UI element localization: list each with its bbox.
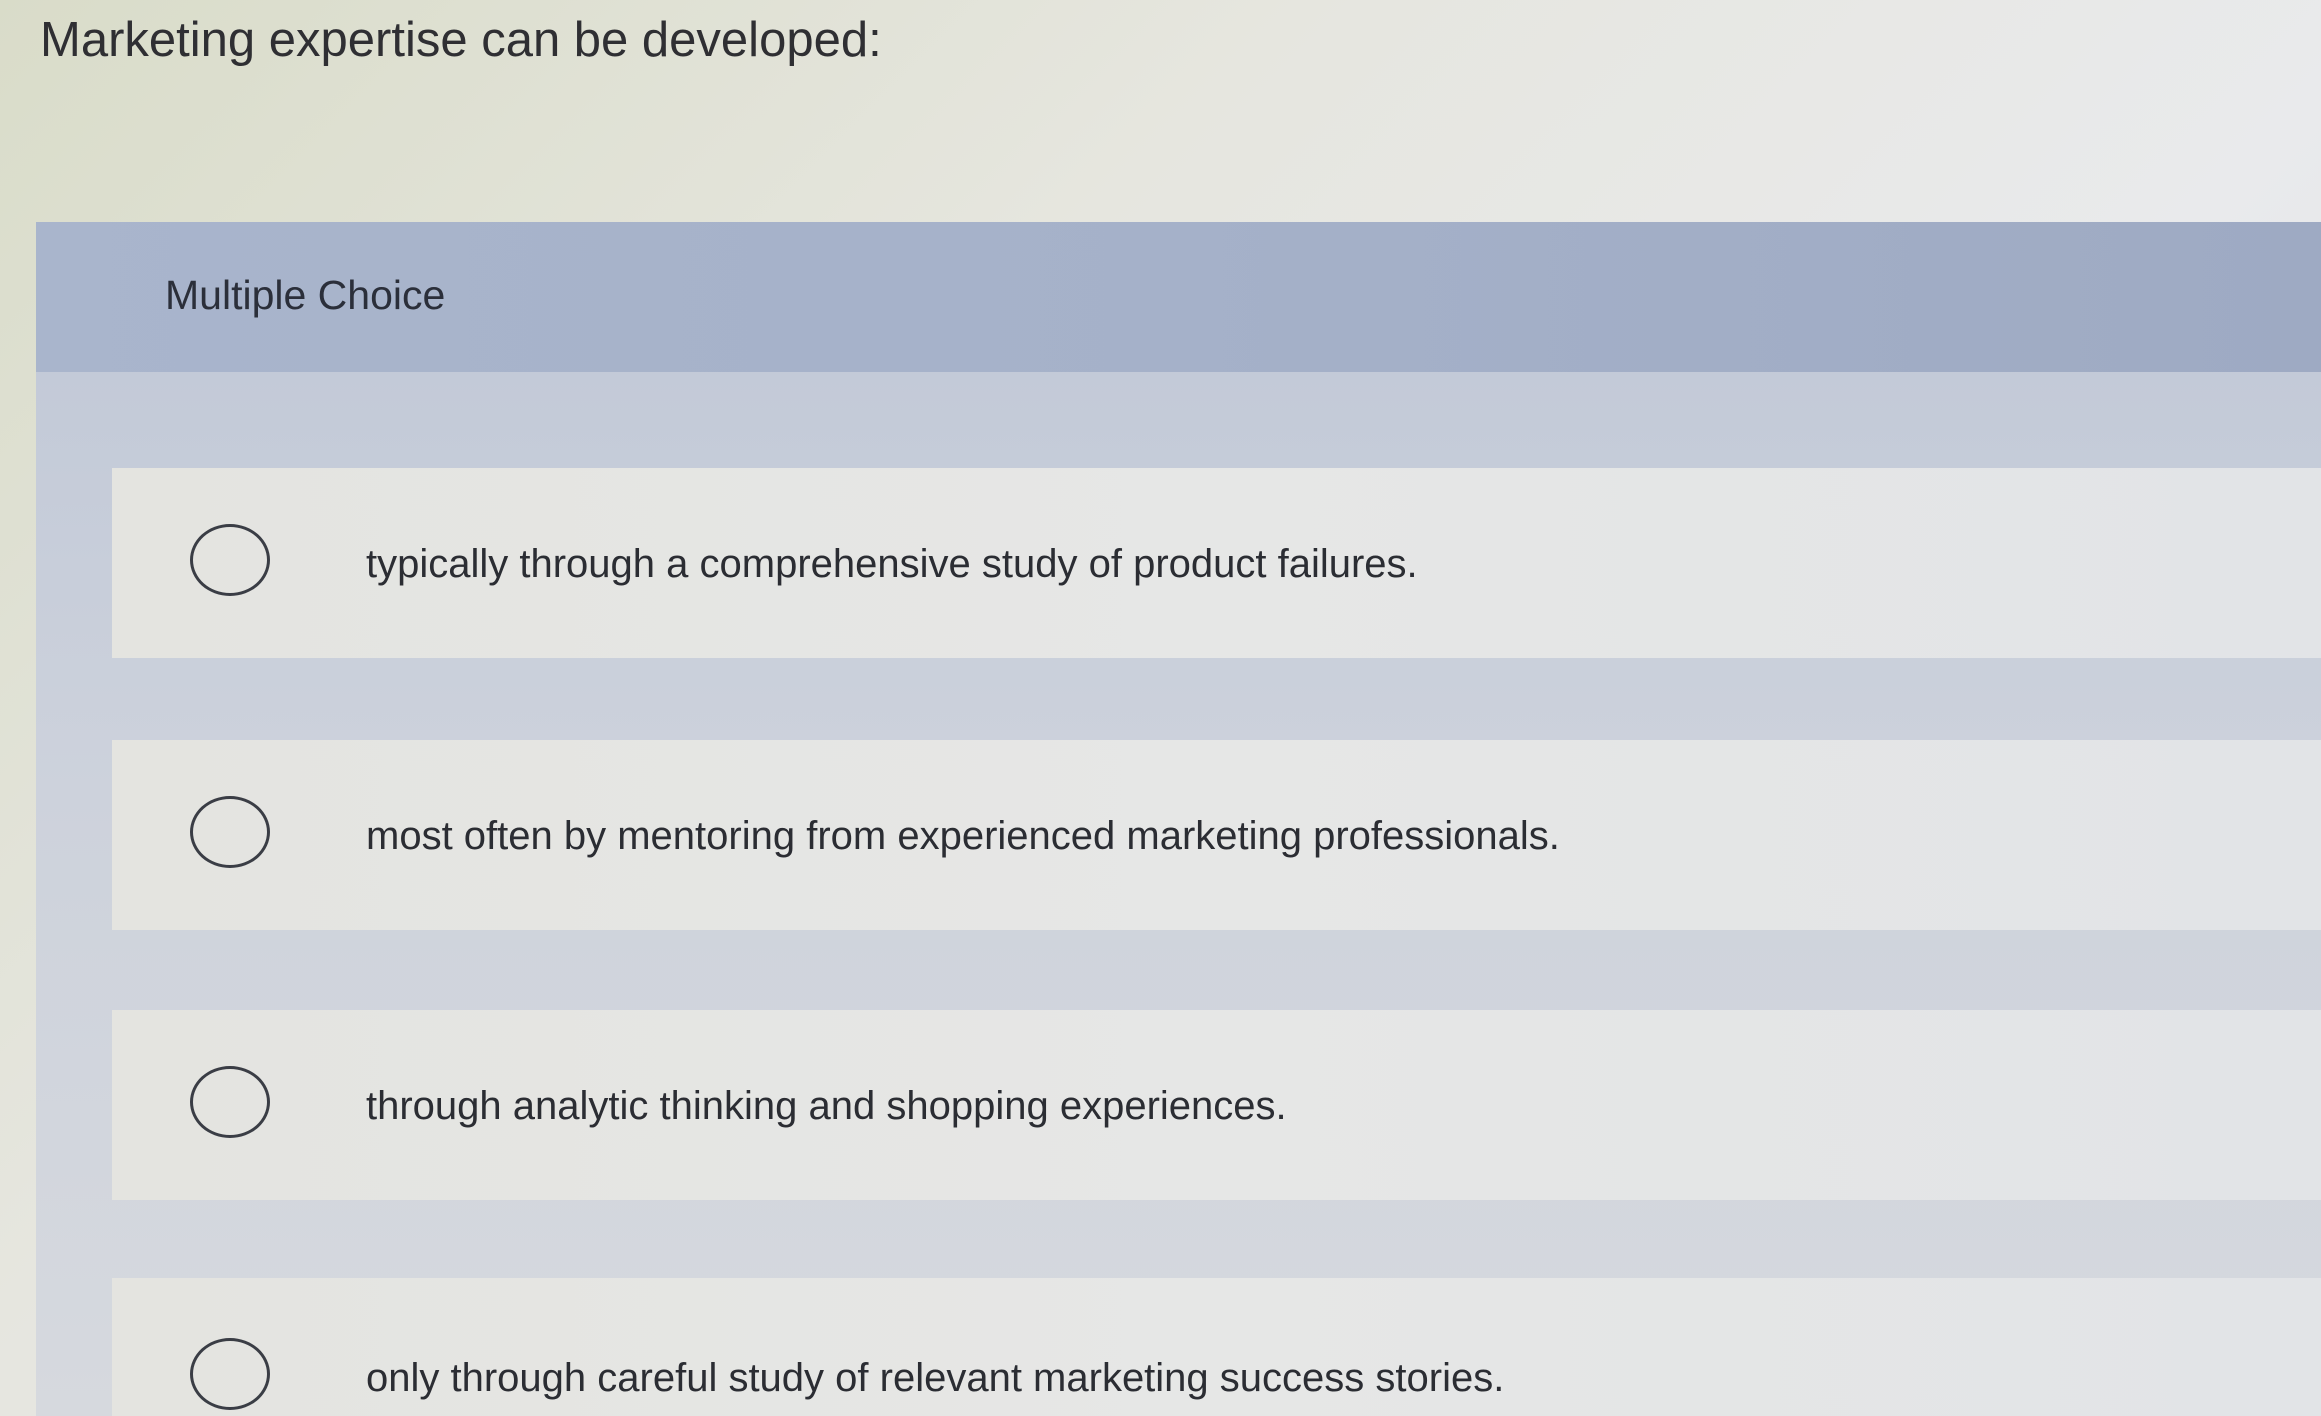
answer-option-label: through analytic thinking and shopping e… bbox=[366, 1084, 1287, 1128]
answer-option-2[interactable]: most often by mentoring from experienced… bbox=[112, 740, 2321, 930]
radio-button-icon[interactable] bbox=[190, 524, 270, 596]
answer-option-label: only through careful study of relevant m… bbox=[366, 1356, 1505, 1400]
multiple-choice-label: Multiple Choice bbox=[165, 272, 446, 318]
question-area: Marketing expertise can be developed: bbox=[0, 0, 2321, 220]
radio-button-icon[interactable] bbox=[190, 1066, 270, 1138]
answer-option-4[interactable]: only through careful study of relevant m… bbox=[112, 1278, 2321, 1416]
answer-option-label: typically through a comprehensive study … bbox=[366, 542, 1418, 586]
radio-button-icon[interactable] bbox=[190, 796, 270, 868]
answer-option-3[interactable]: through analytic thinking and shopping e… bbox=[112, 1010, 2321, 1200]
radio-button-icon[interactable] bbox=[190, 1338, 270, 1410]
answer-option-1[interactable]: typically through a comprehensive study … bbox=[112, 468, 2321, 658]
question-text: Marketing expertise can be developed: bbox=[40, 13, 882, 67]
answer-option-label: most often by mentoring from experienced… bbox=[366, 814, 1560, 858]
